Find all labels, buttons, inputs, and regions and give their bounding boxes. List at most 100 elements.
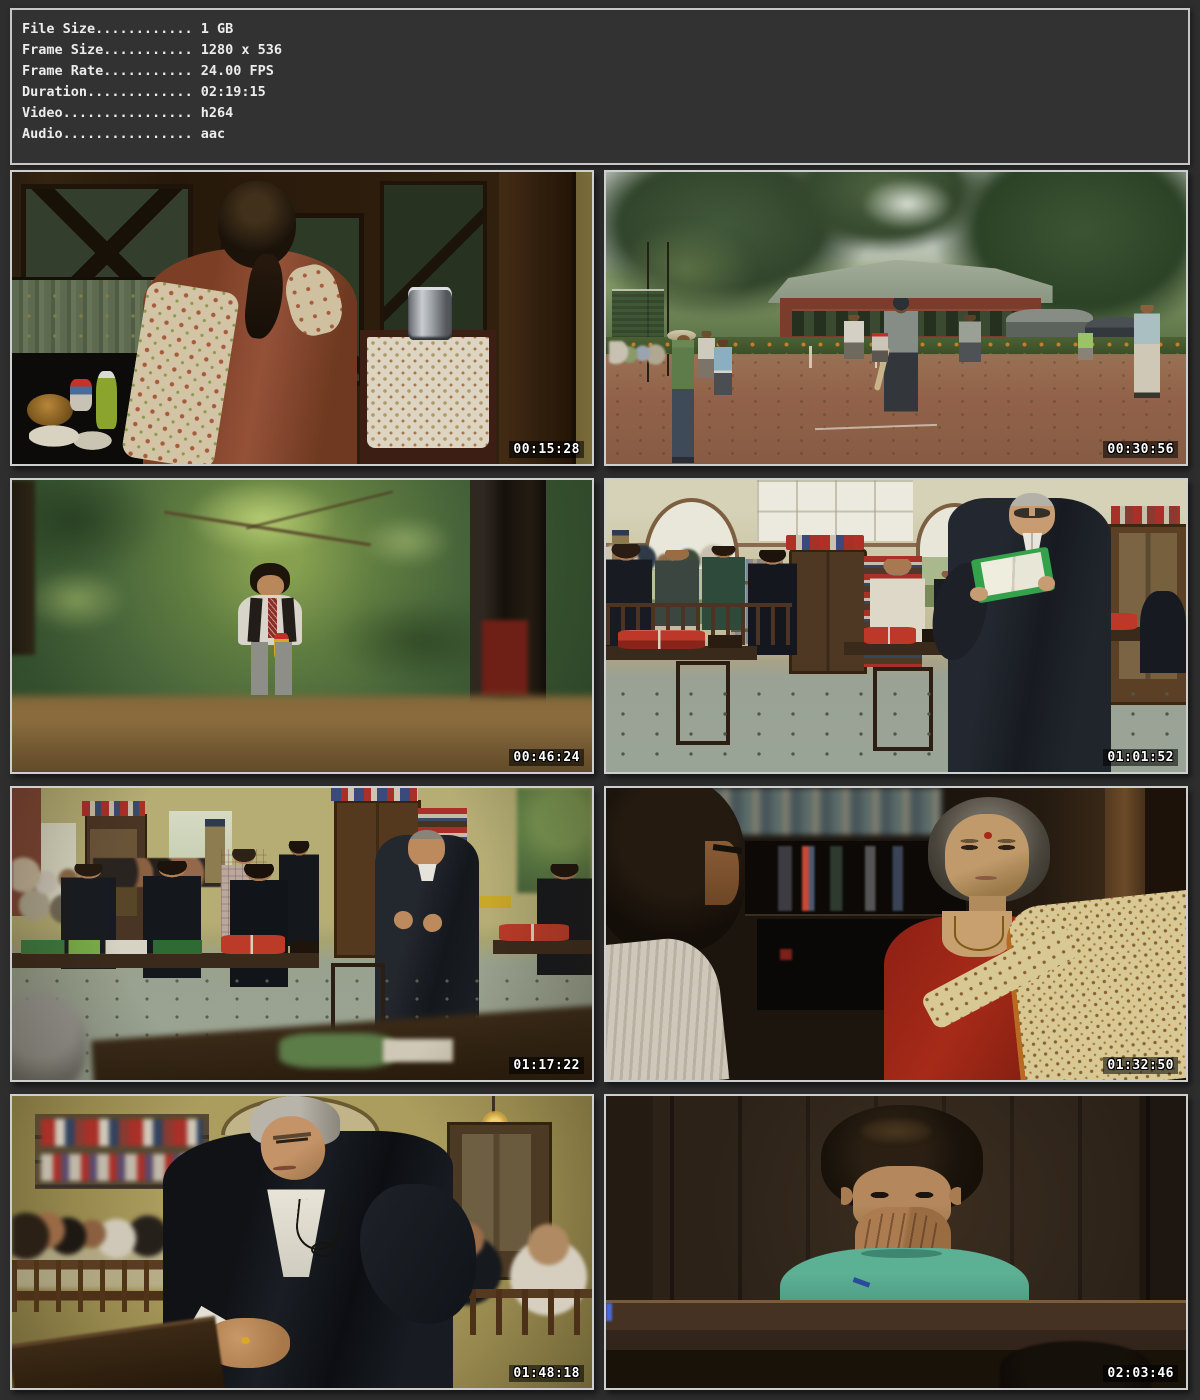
timestamp-overlay: 01:48:18: [509, 1365, 584, 1382]
woman-eyes: [959, 845, 1017, 850]
sauce-jar: [70, 379, 92, 411]
wardrobe: [789, 549, 868, 675]
timestamp-overlay: 02:03:46: [1103, 1365, 1178, 1382]
tree-trunk-left: [12, 480, 35, 655]
vignette: [12, 788, 592, 1080]
media-info-label: Audio: [22, 126, 63, 142]
media-info-dots: ...........: [103, 42, 192, 58]
red-document-bundle: [618, 630, 705, 649]
bottles: [757, 846, 931, 910]
media-info-panel: File Size............1 GB Frame Size....…: [10, 8, 1190, 165]
media-info-label: File Size: [22, 21, 95, 37]
media-info-value: 02:19:15: [193, 84, 266, 100]
trunk-red-mark: [482, 620, 528, 696]
single-stump: [809, 346, 812, 368]
movie-still-1: 00:15:28: [10, 170, 594, 466]
woman-eyebrows: [959, 839, 1017, 843]
woman-face: [945, 814, 1029, 899]
woman-mouth: [975, 876, 997, 880]
media-info-dots: ................: [63, 126, 193, 142]
oil-bottle: [96, 371, 117, 429]
media-info-dots: ................: [63, 105, 193, 121]
media-info-row: Audio................aac: [22, 124, 1178, 145]
media-info-label: Video: [22, 105, 63, 121]
red-glow: [780, 949, 792, 961]
media-info-value: 1280 x 536: [193, 42, 282, 58]
media-info-dots: .............: [87, 84, 193, 100]
media-info-label: Duration: [22, 84, 87, 100]
movie-still-7: 01:48:18: [10, 1094, 594, 1390]
scene-cricket-ground: [606, 172, 1186, 464]
fielder: [959, 315, 981, 362]
media-info-row: Frame Rate...........24.00 FPS: [22, 61, 1178, 82]
screenshot-sheet-page: File Size............1 GB Frame Size....…: [0, 0, 1200, 1400]
hat-man: [672, 340, 695, 463]
kid-green-shirt: [1078, 333, 1093, 361]
woman-hair-bun: [218, 181, 296, 269]
timestamp-overlay: 01:01:52: [1103, 749, 1178, 766]
boy-eyes: [867, 1192, 937, 1198]
spectators-bench: [609, 341, 667, 367]
bindi: [984, 832, 992, 839]
timestamp-overlay: 00:46:24: [509, 749, 584, 766]
polo-shirt-man: [714, 340, 733, 395]
media-info-row: Video................h264: [22, 103, 1178, 124]
batsman: [884, 298, 918, 416]
foreground-railing: [12, 1315, 225, 1388]
scene-woman-interior: [12, 172, 592, 464]
movie-still-4: 01:01:52: [604, 478, 1188, 774]
media-info-value: 24.00 FPS: [193, 63, 274, 79]
media-info-row: Duration.............02:19:15: [22, 82, 1178, 103]
frosted-window: [757, 480, 914, 541]
steel-tiffin-box: [408, 287, 452, 340]
hanging-glasses: [311, 1242, 336, 1257]
media-info-value: 1 GB: [193, 21, 234, 37]
cream-saree-drape: [1003, 890, 1186, 1080]
media-info-value: aac: [193, 126, 225, 142]
green-net: [612, 289, 664, 338]
media-info-value: h264: [193, 105, 234, 121]
file-stacks-blur: [41, 1119, 203, 1145]
movie-still-2: 00:30:56: [604, 170, 1188, 466]
scene-courtroom-arguing: [12, 788, 592, 1080]
media-info-row: Frame Size...........1280 x 536: [22, 40, 1178, 61]
white-shirt-man: [698, 331, 715, 378]
lawyer-hand: [970, 587, 987, 602]
hair-shine: [861, 1119, 931, 1142]
movie-still-5: 01:17:22: [10, 786, 594, 1082]
man-striped-shirt: [606, 934, 729, 1080]
scene-forest-boy: [12, 480, 592, 772]
sky-gap: [861, 178, 954, 231]
red-document-bundle: [864, 627, 916, 643]
seated-lawyer: [1140, 591, 1186, 673]
timestamp-overlay: 01:17:22: [509, 1057, 584, 1074]
scene-boy-witness-box: [606, 1096, 1186, 1388]
blue-smudge: [606, 1303, 612, 1321]
movie-still-6: 01:32:50: [604, 786, 1188, 1082]
blurred-path-foreground: [12, 696, 592, 772]
movie-still-3: 00:46:24: [10, 478, 594, 774]
gold-necklace: [954, 916, 1004, 950]
floral-cloth: [367, 337, 489, 448]
timestamp-overlay: 00:15:28: [509, 441, 584, 458]
media-info-dots: ...........: [103, 63, 192, 79]
elderly-man: [1134, 305, 1161, 398]
timestamp-overlay: 01:32:50: [1103, 1057, 1178, 1074]
school-tie: [268, 598, 277, 637]
foliage-light: [360, 515, 453, 568]
files-on-bookcase: [1111, 506, 1181, 524]
file-bundles-on-wardrobe: [786, 535, 864, 550]
door-pillar: [499, 172, 576, 464]
lawyer-glasses: [1014, 508, 1050, 518]
scene-courtroom-reading: [606, 480, 1186, 772]
boy-face: [257, 575, 284, 597]
kid-white-shirt: [844, 315, 864, 359]
media-info-label: Frame Rate: [22, 63, 103, 79]
media-info-row: File Size............1 GB: [22, 19, 1178, 40]
shelf-edge: [745, 914, 965, 916]
wooden-rail: [12, 1260, 186, 1313]
kid-red-cap: [872, 333, 888, 362]
scene-lawyer-closeup: [12, 1096, 592, 1388]
movie-still-8: 02:03:46: [604, 1094, 1188, 1390]
boy-pants: [251, 642, 292, 695]
